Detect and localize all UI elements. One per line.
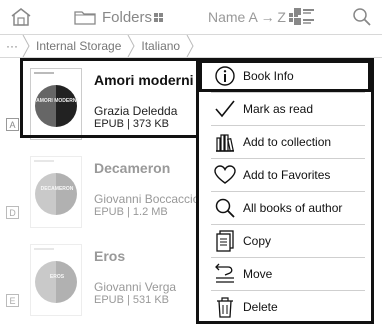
search-button[interactable] bbox=[352, 0, 372, 34]
checkmark-icon bbox=[215, 100, 235, 118]
cover-decoration bbox=[34, 248, 54, 250]
top-toolbar: Folders Name A → Z bbox=[0, 0, 382, 34]
cover-disc bbox=[35, 173, 77, 215]
book-cover: EROS bbox=[30, 244, 82, 316]
search-icon bbox=[215, 198, 235, 218]
breadcrumb-more[interactable]: ··· bbox=[0, 35, 22, 57]
menu-item-book-info[interactable]: Book Info bbox=[199, 60, 371, 92]
menu-item-label: All books of author bbox=[243, 201, 343, 215]
book-title: Decameron bbox=[94, 160, 171, 176]
book-cover: DECAMERON bbox=[30, 156, 82, 228]
index-letter: E bbox=[6, 294, 19, 307]
chevron-right-icon bbox=[186, 35, 194, 57]
book-title: Eros bbox=[94, 248, 126, 264]
menu-item-label: Add to Favorites bbox=[243, 168, 331, 182]
folder-icon bbox=[74, 11, 96, 25]
cover-title: DECAMERON bbox=[40, 186, 74, 192]
menu-item-mark-as-read[interactable]: Mark as read bbox=[199, 93, 371, 125]
folders-button[interactable]: Folders bbox=[74, 0, 164, 34]
menu-item-add-to-collection[interactable]: Add to collection bbox=[199, 126, 371, 158]
menu-item-label: Mark as read bbox=[243, 102, 314, 116]
folders-label: Folders bbox=[102, 8, 153, 26]
move-icon bbox=[215, 263, 234, 283]
collection-icon bbox=[216, 134, 234, 152]
menu-item-label: Copy bbox=[243, 234, 272, 248]
menu-item-label: Move bbox=[243, 267, 273, 281]
sort-button[interactable]: Name A → Z bbox=[208, 0, 298, 34]
index-letter: A bbox=[6, 118, 19, 131]
menu-item-all-books-of-author[interactable]: All books of author bbox=[199, 192, 371, 224]
trash-icon bbox=[217, 297, 233, 318]
menu-item-copy[interactable]: Copy bbox=[199, 225, 371, 257]
chevron-right-icon bbox=[22, 35, 30, 57]
book-meta: EPUB | 1.2 MB bbox=[94, 206, 168, 218]
book-author: Giovanni Boccaccio bbox=[94, 192, 200, 206]
breadcrumb-italiano[interactable]: Italiano bbox=[135, 35, 186, 57]
menu-item-delete[interactable]: Delete bbox=[199, 291, 371, 323]
menu-item-label: Book Info bbox=[243, 69, 294, 83]
list-view-icon bbox=[294, 8, 314, 25]
menu-item-label: Add to collection bbox=[243, 135, 332, 149]
menu-item-move[interactable]: Move bbox=[199, 258, 371, 290]
index-letter: D bbox=[6, 206, 19, 219]
menu-item-add-to-favorites[interactable]: Add to Favorites bbox=[199, 159, 371, 191]
sort-label: Name A → Z bbox=[208, 9, 286, 25]
heart-icon bbox=[214, 165, 236, 184]
context-menu: Book Info Mark as read Add to collection… bbox=[196, 58, 374, 324]
view-mode-button[interactable] bbox=[294, 0, 314, 34]
cover-title: EROS bbox=[49, 274, 65, 280]
breadcrumb-internal-storage[interactable]: Internal Storage bbox=[30, 35, 127, 57]
selected-book-highlight bbox=[20, 58, 200, 138]
book-meta: EPUB | 531 KB bbox=[94, 294, 170, 306]
search-icon bbox=[353, 8, 371, 26]
home-button[interactable] bbox=[8, 0, 34, 34]
cover-disc bbox=[35, 261, 77, 303]
menu-item-label: Delete bbox=[243, 300, 278, 314]
cover-decoration bbox=[34, 160, 54, 162]
chevron-right-icon bbox=[127, 35, 135, 57]
book-author: Giovanni Verga bbox=[94, 280, 177, 294]
grid-icon bbox=[154, 12, 164, 22]
info-icon bbox=[215, 66, 235, 86]
home-icon bbox=[11, 8, 31, 26]
breadcrumb: ··· Internal Storage Italiano bbox=[0, 34, 382, 58]
copy-icon bbox=[216, 230, 234, 252]
